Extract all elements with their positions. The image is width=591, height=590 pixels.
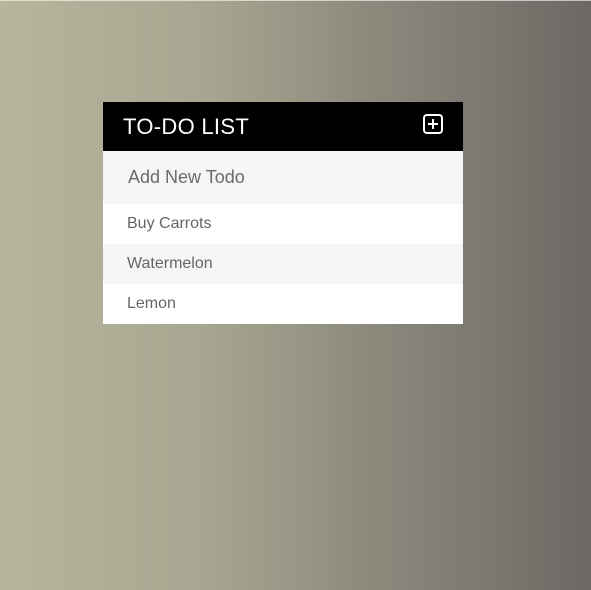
todo-item-label: Lemon <box>127 295 176 312</box>
todo-item[interactable]: Buy Carrots <box>103 204 463 244</box>
top-border-line <box>0 0 591 1</box>
todo-item-label: Buy Carrots <box>127 215 212 232</box>
new-todo-container <box>103 151 463 204</box>
plus-square-icon[interactable] <box>423 113 443 134</box>
page-title: TO-DO LIST <box>123 113 250 139</box>
new-todo-input[interactable] <box>126 166 440 189</box>
todo-item[interactable]: Lemon <box>103 284 463 324</box>
todo-item-label: Watermelon <box>127 255 213 272</box>
todo-card: TO-DO LIST Buy Carrots Watermelon Lemon <box>103 102 463 324</box>
todo-header: TO-DO LIST <box>103 102 463 151</box>
todo-list: Buy Carrots Watermelon Lemon <box>103 204 463 324</box>
todo-item[interactable]: Watermelon <box>103 244 463 284</box>
